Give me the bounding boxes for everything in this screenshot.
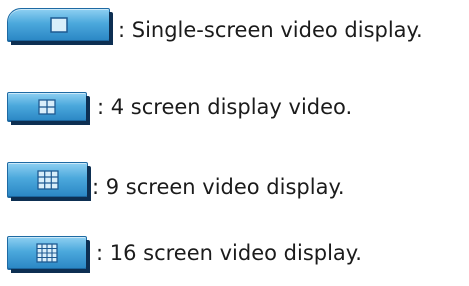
button-shadow [11, 121, 90, 125]
four-screen-icon [38, 99, 56, 115]
button-shadow [11, 269, 90, 273]
button-shadow [11, 41, 113, 45]
single-screen-label: : Single-screen video display. [118, 17, 423, 42]
button-shadow [109, 12, 113, 44]
nine-screen-button[interactable] [7, 162, 91, 201]
single-screen-icon [49, 17, 68, 33]
button-shadow [87, 166, 91, 200]
four-screen-label: : 4 screen display video. [97, 94, 353, 119]
legend-row-four: : 4 screen display video. [0, 92, 353, 125]
nine-screen-label: : 9 screen video display. [92, 174, 345, 199]
button-shadow [86, 96, 90, 124]
four-screen-button[interactable] [7, 92, 90, 125]
sixteen-screen-icon [36, 243, 58, 263]
button-shadow [86, 240, 90, 272]
legend-row-sixteen: : 16 screen video display. [0, 236, 362, 273]
single-screen-button[interactable] [7, 8, 113, 45]
sixteen-screen-button[interactable] [7, 236, 90, 273]
sixteen-screen-label: : 16 screen video display. [96, 240, 362, 265]
legend-row-single: : Single-screen video display. [0, 8, 423, 45]
legend-row-nine: : 9 screen video display. [0, 162, 345, 201]
nine-screen-icon [36, 170, 59, 190]
button-shadow [11, 197, 91, 201]
